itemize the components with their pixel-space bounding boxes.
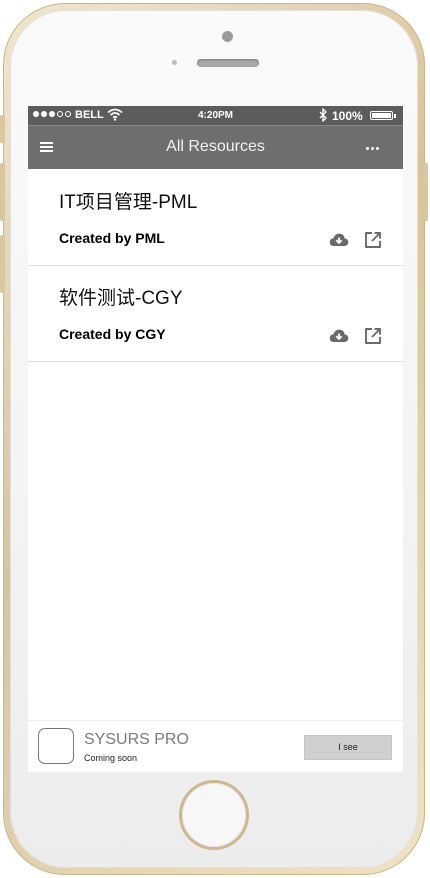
resource-creator: Created by PML xyxy=(59,230,165,246)
i-see-button[interactable]: I see xyxy=(304,735,392,760)
resource-item[interactable]: 软件测试-CGY Created by CGY xyxy=(28,265,403,362)
nav-bar: All Resources xyxy=(28,125,403,169)
promo-subtitle: Coming soon xyxy=(84,753,138,763)
bluetooth-icon xyxy=(318,107,328,125)
resource-item[interactable]: IT项目管理-PML Created by PML xyxy=(28,169,403,266)
battery-percent: 100% xyxy=(332,109,363,123)
volume-up-button xyxy=(0,163,5,221)
earpiece-speaker xyxy=(197,59,259,67)
front-camera xyxy=(222,31,233,42)
more-dots-icon[interactable] xyxy=(366,147,379,150)
proximity-sensor xyxy=(172,60,177,65)
promo-app-name: SYSURS PRO xyxy=(84,731,189,748)
home-button[interactable] xyxy=(182,783,246,847)
battery-icon xyxy=(370,111,396,120)
volume-down-button xyxy=(0,235,5,293)
app-screen: BELL 4:20PM 100% All Resources IT项目管理-PM… xyxy=(28,106,403,772)
cloud-download-icon[interactable] xyxy=(329,328,349,349)
page-title: All Resources xyxy=(166,138,265,155)
resource-title: 软件测试-CGY xyxy=(59,288,183,309)
mute-switch xyxy=(0,115,5,143)
cloud-download-icon[interactable] xyxy=(329,232,349,253)
resource-creator: Created by CGY xyxy=(59,326,166,342)
resource-title: IT项目管理-PML xyxy=(59,192,198,213)
banner-divider xyxy=(28,720,403,721)
open-external-icon[interactable] xyxy=(364,327,382,350)
status-bar: BELL 4:20PM 100% xyxy=(28,106,403,125)
power-button xyxy=(423,163,428,221)
app-icon-placeholder xyxy=(38,728,74,764)
open-external-icon[interactable] xyxy=(364,231,382,254)
